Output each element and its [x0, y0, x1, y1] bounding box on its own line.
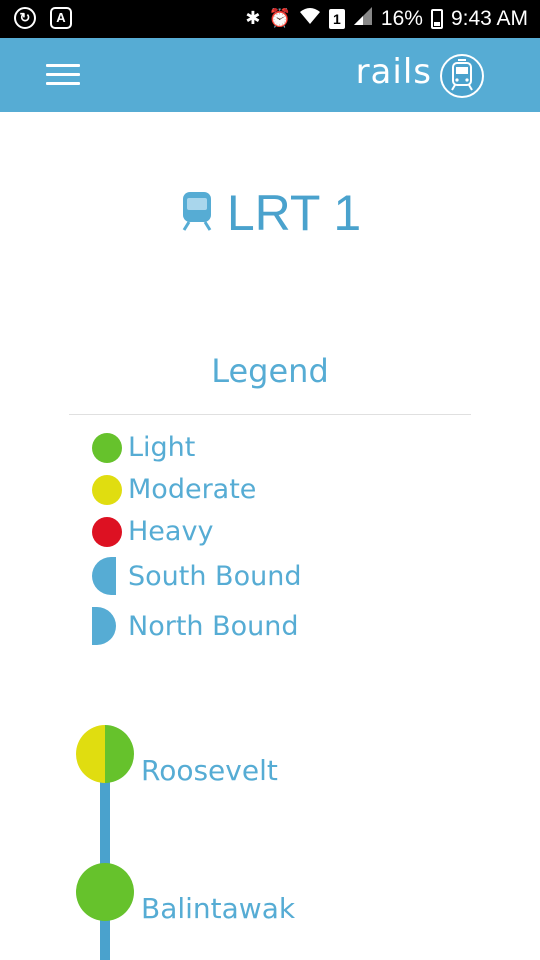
legend-item-north-bound: North Bound [92, 607, 299, 645]
south-bound-status [76, 862, 105, 921]
alarm-icon: ⏰ [268, 8, 291, 28]
brand-name: rails [355, 52, 432, 92]
legend-label-moderate: Moderate [128, 474, 257, 505]
north-bound-half-icon [92, 607, 116, 645]
legend-divider [69, 414, 471, 415]
station-status-dot [76, 724, 134, 783]
app-bar: rails [0, 38, 540, 112]
battery-icon [430, 8, 443, 29]
signal-icon [353, 6, 373, 31]
legend-item-south-bound: South Bound [92, 557, 301, 595]
station-balintawak[interactable]: Balintawak [76, 858, 295, 925]
legend-item-heavy: Heavy [92, 516, 213, 547]
legend-label-north-bound: North Bound [128, 610, 299, 642]
legend-title: Legend [211, 352, 329, 390]
north-bound-status [105, 862, 134, 921]
south-bound-status [76, 724, 105, 783]
line-name: LRT 1 [226, 185, 362, 241]
legend-item-moderate: Moderate [92, 474, 256, 505]
train-logo-icon [440, 54, 484, 98]
sim-icon: 1 [328, 8, 345, 29]
south-bound-half-icon [92, 557, 116, 595]
font-a-icon: A [50, 7, 72, 29]
legend-item-light: Light [92, 432, 195, 463]
bluetooth-icon: ✱ [245, 8, 261, 28]
train-icon [179, 190, 215, 236]
hamburger-menu-icon[interactable] [46, 62, 82, 88]
legend-label-light: Light [128, 432, 196, 463]
wifi-icon [299, 7, 321, 30]
status-bar: ↻ A ✱ ⏰ 1 16% 9:43 AM [0, 0, 540, 38]
legend-label-heavy: Heavy [128, 516, 214, 547]
station-status-dot [76, 862, 134, 921]
heavy-dot [92, 516, 122, 547]
sync-icon: ↻ [14, 7, 36, 29]
light-dot [92, 432, 122, 463]
moderate-dot [92, 474, 122, 505]
station-name: Balintawak [141, 892, 296, 925]
north-bound-status [105, 724, 134, 783]
clock-time: 9:43 AM [450, 6, 528, 30]
line-title: LRT 1 [0, 184, 540, 242]
station-roosevelt[interactable]: Roosevelt [76, 720, 278, 787]
legend-label-south-bound: South Bound [128, 560, 302, 592]
battery-percent: 16% [380, 6, 423, 30]
station-name: Roosevelt [141, 754, 278, 787]
